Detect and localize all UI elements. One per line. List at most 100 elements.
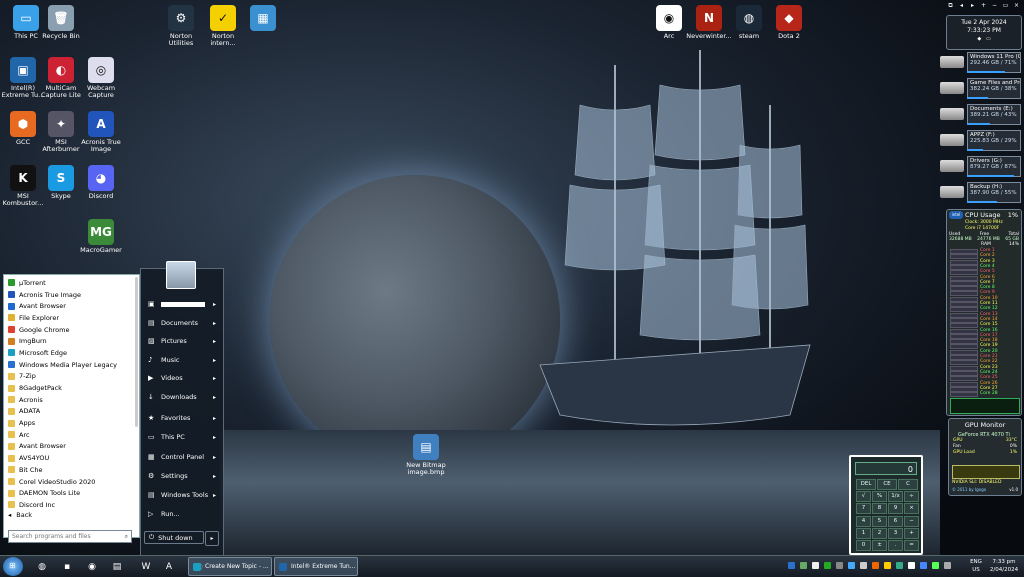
tray-icon[interactable]: [920, 562, 927, 569]
program-item[interactable]: Apps: [4, 417, 139, 429]
desktop-icon[interactable]: ◆ Dota 2: [766, 5, 812, 40]
places-item[interactable]: ★ Favorites ▸: [144, 410, 220, 426]
start-button[interactable]: ⊞: [3, 557, 23, 576]
tray-icon[interactable]: [800, 562, 807, 569]
calculator-key[interactable]: 2: [872, 527, 887, 539]
pinned-app-icon[interactable]: ▤: [108, 558, 126, 575]
calculator-key[interactable]: %: [872, 491, 887, 503]
calculator-key[interactable]: ×: [904, 503, 919, 515]
pinned-app-icon[interactable]: ◍: [33, 558, 51, 575]
sidebar-control[interactable]: +: [979, 2, 988, 12]
calculator-key[interactable]: ÷: [904, 491, 919, 503]
calculator-key[interactable]: ±: [872, 540, 887, 551]
tray-icon[interactable]: [944, 562, 951, 569]
places-item[interactable]: ▶ Videos ▸: [144, 370, 220, 386]
desktop-icon[interactable]: ▦: [240, 5, 286, 33]
tray-icon[interactable]: [836, 562, 843, 569]
start-search-input[interactable]: Search programs and files ⌕: [8, 530, 132, 543]
back-button[interactable]: ◂ Back: [3, 509, 138, 521]
user-avatar[interactable]: [166, 261, 196, 289]
drive-gadget[interactable]: APPZ (F:) 225.83 GB / 29%: [940, 130, 1022, 152]
calculator-key[interactable]: −: [904, 515, 919, 527]
sidebar-control[interactable]: ×: [1012, 2, 1021, 12]
desktop-icon[interactable]: ▤ New Bitmap image.bmp: [403, 434, 449, 476]
pinned-app-icon[interactable]: W: [137, 558, 155, 575]
taskbar-window-button[interactable]: Create New Topic - ...: [188, 557, 272, 576]
drive-gadget[interactable]: Windows 11 Pro (C:) 292.46 GB / 71%: [940, 52, 1022, 74]
calculator-key[interactable]: DEL: [856, 479, 876, 490]
desktop-icon[interactable]: MG MacroGamer: [78, 219, 124, 254]
places-item[interactable]: ▷ Run...: [144, 506, 220, 522]
tray-icon[interactable]: [824, 562, 831, 569]
calculator-key[interactable]: C: [898, 479, 918, 490]
tray-icon[interactable]: [812, 562, 819, 569]
drive-gadget[interactable]: Backup (H:) 387.90 GB / 55%: [940, 182, 1022, 204]
shutdown-options-button[interactable]: ▸: [205, 531, 219, 546]
places-item[interactable]: ⚙ Settings ▸: [144, 468, 220, 484]
places-item[interactable]: ↓ Downloads ▸: [144, 389, 220, 405]
program-item[interactable]: µTorrent: [4, 277, 139, 289]
calculator-key[interactable]: =: [904, 540, 919, 551]
program-item[interactable]: DAEMON Tools Lite: [4, 487, 139, 499]
tray-icon[interactable]: [788, 562, 795, 569]
calculator-key[interactable]: 5: [872, 515, 887, 527]
calculator-key[interactable]: 3: [888, 527, 903, 539]
program-item[interactable]: Corel VideoStudio 2020: [4, 476, 139, 488]
tray-icon[interactable]: [932, 562, 939, 569]
program-item[interactable]: 7-Zip: [4, 371, 139, 383]
language-indicator[interactable]: ENG US: [968, 558, 984, 574]
drive-gadget[interactable]: Drivers (G:) 879.27 GB / 87%: [940, 156, 1022, 178]
gpu-monitor-gadget[interactable]: GPU Monitor GeForce RTX 4070 Ti GPU 33°C …: [948, 418, 1022, 496]
drive-gadget[interactable]: Documents (E:) 389.21 GB / 43%: [940, 104, 1022, 126]
program-item[interactable]: 8GadgetPack: [4, 382, 139, 394]
places-item[interactable]: ▨ Pictures ▸: [144, 333, 220, 349]
clock-gadget[interactable]: Tue 2 Apr 2024 7:33:23 PM ◆ ▭: [946, 15, 1022, 50]
program-item[interactable]: ADATA: [4, 406, 139, 418]
places-item[interactable]: ▦ Control Panel ▸: [144, 449, 220, 465]
calculator-key[interactable]: √: [856, 491, 871, 503]
program-item[interactable]: AVS4YOU: [4, 452, 139, 464]
calculator-key[interactable]: 7: [856, 503, 871, 515]
pinned-app-icon[interactable]: A: [160, 558, 178, 575]
tray-icon[interactable]: [872, 562, 879, 569]
taskbar-clock[interactable]: 7:33 pm 2/04/2024: [986, 558, 1022, 574]
desktop-icon[interactable]: A Acronis True Image: [78, 111, 124, 153]
places-item[interactable]: ▤ Documents ▸: [144, 315, 220, 331]
calculator-key[interactable]: 1: [856, 527, 871, 539]
places-item[interactable]: ▤ Windows Tools ▸: [144, 487, 220, 503]
pinned-app-icon[interactable]: ▪: [58, 558, 76, 575]
sidebar-control[interactable]: ▸: [968, 2, 977, 12]
calculator-key[interactable]: .: [888, 540, 903, 551]
sidebar-control[interactable]: ◂: [957, 2, 966, 12]
program-item[interactable]: Google Chrome: [4, 324, 139, 336]
calculator-key[interactable]: 4: [856, 515, 871, 527]
tray-icon[interactable]: [860, 562, 867, 569]
places-item[interactable]: ♪ Music ▸: [144, 352, 220, 368]
sidebar-control[interactable]: ⧉: [946, 2, 955, 12]
tray-icon[interactable]: [908, 562, 915, 569]
desktop-icon[interactable]: 🗑 Recycle Bin: [38, 5, 84, 40]
places-item[interactable]: ▣ ▸: [144, 296, 220, 312]
program-item[interactable]: ImgBurn: [4, 335, 139, 347]
desktop-icon[interactable]: ⚙ Norton Utilities: [158, 5, 204, 47]
program-item[interactable]: Windows Media Player Legacy: [4, 359, 139, 371]
calculator-key[interactable]: 6: [888, 515, 903, 527]
pinned-app-icon[interactable]: ◉: [83, 558, 101, 575]
program-item[interactable]: Avant Browser: [4, 441, 139, 453]
calculator-key[interactable]: 9: [888, 503, 903, 515]
calculator-key[interactable]: CE: [877, 479, 897, 490]
tray-icon[interactable]: [848, 562, 855, 569]
calculator-key[interactable]: 1/x: [888, 491, 903, 503]
desktop-icon[interactable]: ◕ Discord: [78, 165, 124, 200]
calculator-key[interactable]: 8: [872, 503, 887, 515]
tray-icon[interactable]: [896, 562, 903, 569]
program-item[interactable]: Avant Browser: [4, 300, 139, 312]
program-item[interactable]: Acronis: [4, 394, 139, 406]
program-item[interactable]: Arc: [4, 429, 139, 441]
program-list-scrollbar[interactable]: [135, 277, 138, 427]
desktop-icon[interactable]: ◎ Webcam Capture: [78, 57, 124, 99]
drive-gadget[interactable]: Game Files and Prog 382.24 GB / 38%: [940, 78, 1022, 100]
sidebar-control[interactable]: −: [990, 2, 999, 12]
shutdown-button[interactable]: ⏻ Shut down: [144, 531, 204, 544]
sidebar-control[interactable]: ▭: [1001, 2, 1010, 12]
